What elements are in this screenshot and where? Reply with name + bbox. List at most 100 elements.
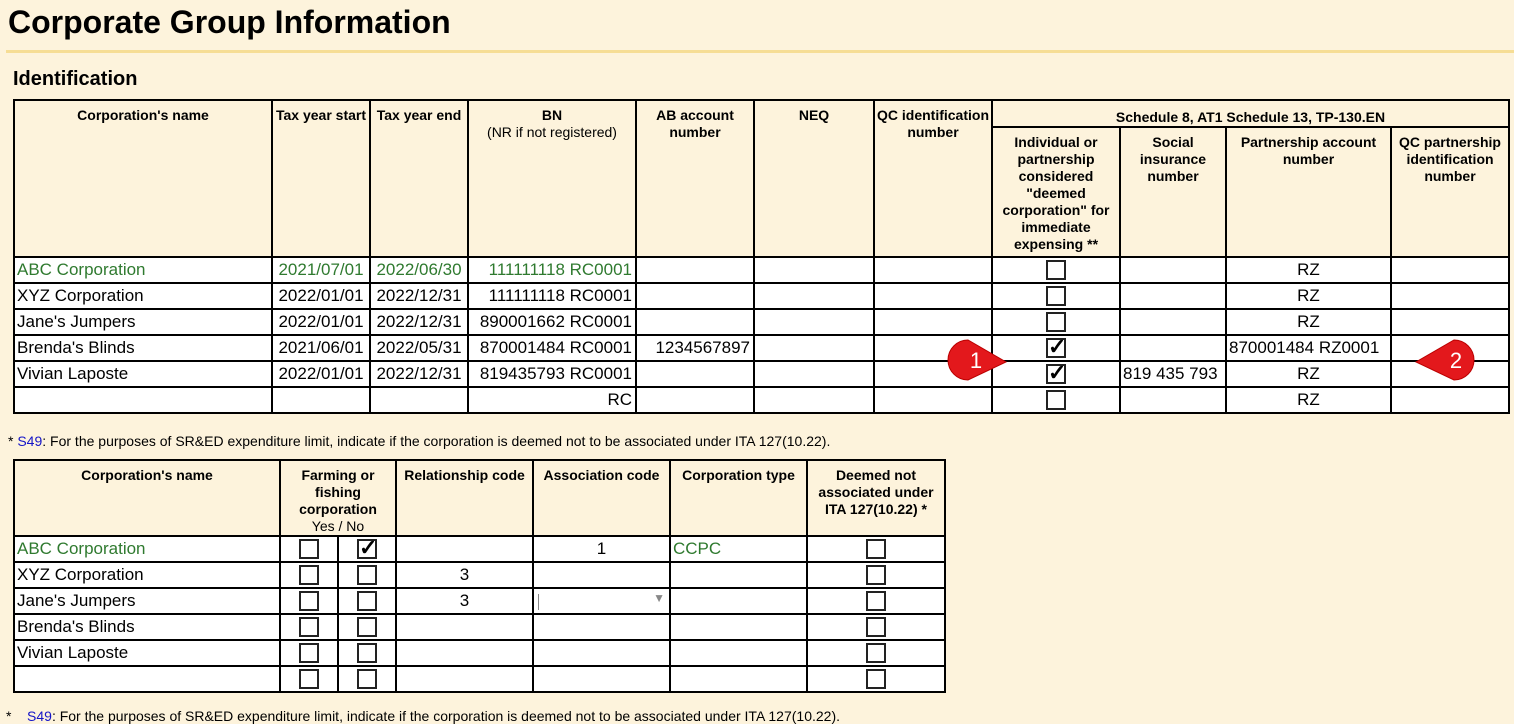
partnership-account-cell[interactable]: RZ: [1225, 308, 1392, 336]
dropdown-arrow-icon[interactable]: ▼: [653, 591, 668, 605]
corporation-type-cell[interactable]: [669, 587, 808, 615]
sin-cell[interactable]: [1119, 386, 1227, 414]
sin-cell[interactable]: [1119, 256, 1227, 284]
s49-link-bottom[interactable]: S49: [27, 708, 52, 724]
bn-cell[interactable]: RC: [467, 386, 637, 414]
farming-no-checkbox[interactable]: [357, 669, 377, 690]
association-code-dropdown[interactable]: ▼: [532, 587, 671, 615]
partnership-account-cell[interactable]: RZ: [1225, 386, 1392, 414]
ab-account-cell[interactable]: 1234567897: [635, 334, 755, 362]
corporation-type-cell[interactable]: [669, 639, 808, 667]
relationship-code-cell[interactable]: [395, 665, 534, 693]
relationship-code-cell[interactable]: 3: [395, 587, 534, 615]
farming-yes-checkbox[interactable]: [299, 643, 319, 664]
neq-cell[interactable]: [753, 256, 875, 284]
deemed-not-associated-checkbox[interactable]: [866, 669, 886, 690]
tax-year-start-cell[interactable]: 2021/07/01: [271, 256, 371, 284]
corporation-type-cell[interactable]: [669, 613, 808, 641]
partnership-account-cell[interactable]: RZ: [1225, 282, 1392, 310]
deemed-not-associated-checkbox[interactable]: [866, 539, 886, 560]
corporation-type-cell[interactable]: [669, 665, 808, 693]
tax-year-start-cell[interactable]: 2022/01/01: [271, 360, 371, 388]
tax-year-end-cell[interactable]: 2022/12/31: [369, 308, 469, 336]
ab-account-cell[interactable]: [635, 282, 755, 310]
association-code-cell[interactable]: [532, 665, 671, 693]
relationship-code-cell[interactable]: 3: [395, 561, 534, 589]
sin-cell[interactable]: 819 435 793: [1119, 360, 1227, 388]
farming-no-checkbox[interactable]: [357, 643, 377, 664]
bn-cell[interactable]: 819435793 RC0001: [467, 360, 637, 388]
farming-no-checkbox[interactable]: [357, 591, 377, 612]
tax-year-start-cell[interactable]: [271, 386, 371, 414]
corporation-name-cell[interactable]: Jane's Jumpers: [13, 587, 281, 615]
partnership-account-cell[interactable]: 870001484 RZ0001: [1225, 334, 1392, 362]
relationship-code-cell[interactable]: [395, 535, 534, 563]
tax-year-start-cell[interactable]: 2021/06/01: [271, 334, 371, 362]
association-code-cell[interactable]: 1: [532, 535, 671, 563]
qc-id-cell[interactable]: [873, 256, 993, 284]
farming-yes-checkbox[interactable]: [299, 539, 319, 560]
association-code-cell[interactable]: [532, 561, 671, 589]
association-code-cell[interactable]: [532, 639, 671, 667]
deemed-corporation-checkbox[interactable]: [1046, 312, 1066, 333]
tax-year-start-cell[interactable]: 2022/01/01: [271, 282, 371, 310]
neq-cell[interactable]: [753, 360, 875, 388]
corporation-name-cell[interactable]: [13, 665, 281, 693]
neq-cell[interactable]: [753, 386, 875, 414]
neq-cell[interactable]: [753, 334, 875, 362]
partnership-account-cell[interactable]: RZ: [1225, 256, 1392, 284]
deemed-corporation-checkbox[interactable]: [1046, 286, 1066, 307]
corporation-name-cell[interactable]: XYZ Corporation: [13, 282, 273, 310]
deemed-not-associated-checkbox[interactable]: [866, 643, 886, 664]
corporation-type-cell[interactable]: CCPC: [669, 535, 808, 563]
sin-cell[interactable]: [1119, 334, 1227, 362]
bn-cell[interactable]: 111111118 RC0001: [467, 282, 637, 310]
ab-account-cell[interactable]: [635, 256, 755, 284]
partnership-account-cell[interactable]: RZ: [1225, 360, 1392, 388]
tax-year-end-cell[interactable]: [369, 386, 469, 414]
deemed-corporation-checkbox[interactable]: ✓: [1046, 337, 1066, 359]
tax-year-end-cell[interactable]: 2022/06/30: [369, 256, 469, 284]
corporation-name-cell[interactable]: ABC Corporation: [13, 535, 281, 563]
corporation-name-cell[interactable]: Brenda's Blinds: [13, 334, 273, 362]
tax-year-end-cell[interactable]: 2022/12/31: [369, 282, 469, 310]
bn-cell[interactable]: 870001484 RC0001: [467, 334, 637, 362]
qc-id-cell[interactable]: [873, 386, 993, 414]
farming-no-checkbox[interactable]: [357, 565, 377, 586]
relationship-code-cell[interactable]: [395, 613, 534, 641]
deemed-corporation-checkbox[interactable]: [1046, 390, 1066, 411]
farming-yes-checkbox[interactable]: [299, 565, 319, 586]
sin-cell[interactable]: [1119, 282, 1227, 310]
deemed-corporation-checkbox[interactable]: ✓: [1046, 363, 1066, 385]
farming-yes-checkbox[interactable]: [299, 591, 319, 612]
qc-partnership-id-cell[interactable]: [1390, 308, 1510, 336]
deemed-not-associated-checkbox[interactable]: [866, 617, 886, 638]
corporation-name-cell[interactable]: Brenda's Blinds: [13, 613, 281, 641]
farming-no-checkbox[interactable]: [357, 617, 377, 638]
farming-yes-checkbox[interactable]: [299, 669, 319, 690]
ab-account-cell[interactable]: [635, 360, 755, 388]
corporation-name-cell[interactable]: ABC Corporation: [13, 256, 273, 284]
bn-cell[interactable]: 111111118 RC0001: [467, 256, 637, 284]
qc-id-cell[interactable]: [873, 308, 993, 336]
ab-account-cell[interactable]: [635, 386, 755, 414]
qc-partnership-id-cell[interactable]: [1390, 256, 1510, 284]
tax-year-start-cell[interactable]: 2022/01/01: [271, 308, 371, 336]
ab-account-cell[interactable]: [635, 308, 755, 336]
farming-no-checkbox[interactable]: ✓: [357, 538, 377, 560]
neq-cell[interactable]: [753, 282, 875, 310]
corporation-name-cell[interactable]: XYZ Corporation: [13, 561, 281, 589]
corporation-name-cell[interactable]: Vivian Laposte: [13, 360, 273, 388]
relationship-code-cell[interactable]: [395, 639, 534, 667]
farming-yes-checkbox[interactable]: [299, 617, 319, 638]
bn-cell[interactable]: 890001662 RC0001: [467, 308, 637, 336]
corporation-name-cell[interactable]: Jane's Jumpers: [13, 308, 273, 336]
deemed-corporation-checkbox[interactable]: [1046, 260, 1066, 281]
corporation-name-cell[interactable]: [13, 386, 273, 414]
s49-link[interactable]: S49: [17, 433, 42, 449]
corporation-type-cell[interactable]: [669, 561, 808, 589]
qc-partnership-id-cell[interactable]: [1390, 282, 1510, 310]
corporation-name-cell[interactable]: Vivian Laposte: [13, 639, 281, 667]
qc-partnership-id-cell[interactable]: [1390, 386, 1510, 414]
deemed-not-associated-checkbox[interactable]: [866, 565, 886, 586]
